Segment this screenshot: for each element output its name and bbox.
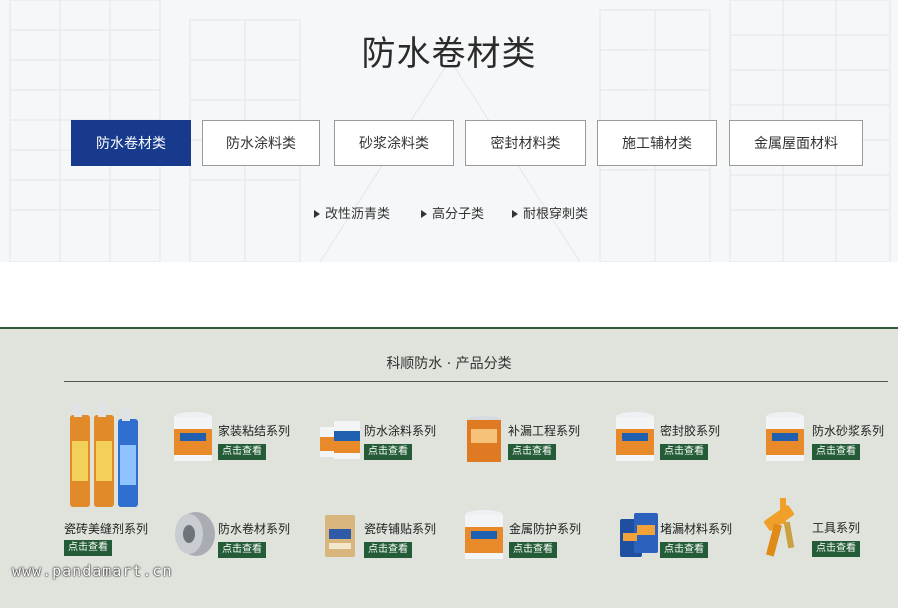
view-button[interactable]: 点击查看 [660, 542, 708, 558]
paint-bucket-icon [465, 510, 503, 559]
view-button[interactable]: 点击查看 [218, 542, 266, 558]
caulking-gun-icon [764, 498, 795, 557]
tab-metal-roofing[interactable]: 金属屋面材料 [729, 120, 863, 166]
view-button[interactable]: 点击查看 [218, 444, 266, 460]
tab-sealing-material[interactable]: 密封材料类 [465, 120, 586, 166]
subtab-polymer[interactable]: 高分子类 [421, 203, 484, 222]
triangle-right-icon [512, 209, 518, 218]
section-title: 科顺防水 · 产品分类 [386, 356, 512, 372]
tab-mortar-coating[interactable]: 砂浆涂料类 [334, 120, 454, 166]
hero-section: 防水卷材类 防水卷材类 防水涂料类 砂浆涂料类 密封材料类 施工辅材类 金属屋面… [0, 0, 898, 262]
cement-bag-icon [325, 515, 355, 557]
paint-bucket-icon [766, 412, 804, 461]
paint-bucket-icon [174, 412, 212, 461]
triangle-right-icon [421, 209, 427, 218]
view-button[interactable]: 点击查看 [508, 444, 556, 460]
view-button[interactable]: 点击查看 [64, 540, 112, 556]
caulk-tubes-icon [70, 403, 138, 507]
watermark: www.pandamart.cn [12, 562, 173, 580]
view-button[interactable]: 点击查看 [812, 444, 860, 460]
tab-waterproof-membrane[interactable]: 防水卷材类 [71, 120, 191, 166]
view-button[interactable]: 点击查看 [660, 444, 708, 460]
paint-bucket-icon [616, 412, 654, 461]
view-button[interactable]: 点击查看 [509, 542, 557, 558]
paint-can-icon [467, 416, 501, 462]
section-divider [64, 381, 888, 382]
view-button[interactable]: 点击查看 [364, 444, 412, 460]
tape-roll-icon [175, 512, 215, 556]
view-button[interactable]: 点击查看 [812, 541, 860, 557]
view-button[interactable]: 点击查看 [364, 542, 412, 558]
subtab-root-resistant[interactable]: 耐根穿刺类 [512, 203, 588, 222]
subtab-modified-asphalt[interactable]: 改性沥青类 [314, 203, 390, 222]
powder-bags-icon [620, 513, 658, 557]
page-title: 防水卷材类 [361, 34, 537, 74]
tab-construction-auxiliary[interactable]: 施工辅材类 [597, 120, 717, 166]
triangle-right-icon [314, 209, 320, 218]
tab-waterproof-coating[interactable]: 防水涂料类 [202, 120, 320, 166]
sub-category-links: 改性沥青类 高分子类 耐根穿刺类 [0, 203, 898, 222]
paint-buckets-icon [320, 421, 360, 459]
